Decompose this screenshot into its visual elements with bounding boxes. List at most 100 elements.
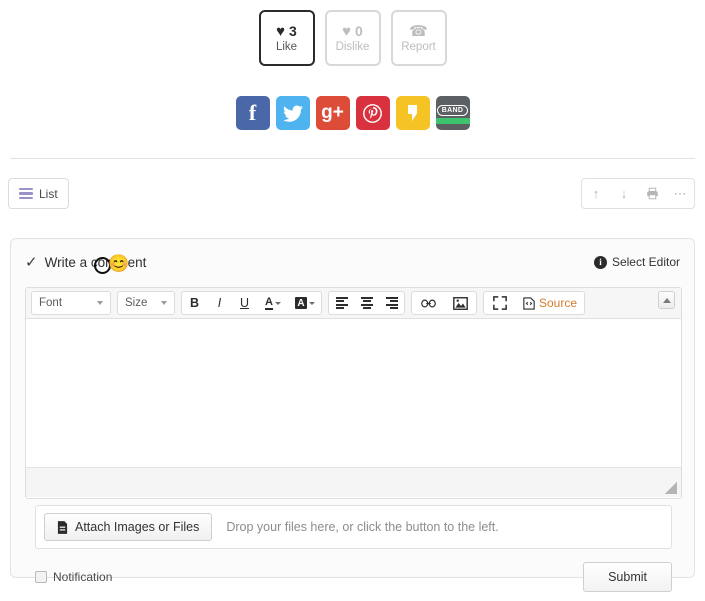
like-count-row: ♥ 3 (276, 24, 297, 39)
size-select[interactable]: Size (118, 292, 174, 314)
band-stripe (435, 118, 470, 124)
kakaostory-icon (408, 105, 417, 121)
underline-button[interactable]: U (232, 292, 257, 314)
chevron-down-icon (274, 301, 281, 305)
info-icon: i (593, 255, 607, 269)
insert-image-button[interactable] (444, 292, 476, 314)
notification-toggle[interactable]: Notification (35, 570, 112, 584)
kakaostory-share-button[interactable] (395, 96, 430, 130)
bg-color-button[interactable]: A (289, 292, 321, 314)
align-center-icon (360, 297, 373, 309)
drop-files-hint: Drop your files here, or click the butto… (226, 520, 499, 534)
dislike-count-row: ♥ 0 (342, 24, 363, 39)
list-button[interactable]: List (8, 178, 69, 209)
dislike-label: Dislike (335, 40, 370, 53)
report-button[interactable]: ☎ Report (390, 10, 447, 66)
list-button-label: List (39, 186, 58, 201)
googleplus-share-button[interactable]: g+ (315, 96, 350, 130)
text-color-button[interactable]: A (257, 292, 289, 314)
align-left-icon (335, 297, 348, 309)
like-count: 3 (289, 23, 297, 39)
align-right-icon (385, 297, 398, 309)
section-divider (10, 158, 695, 159)
underline-icon: U (239, 296, 250, 310)
like-label: Like (275, 40, 298, 53)
view-group: Source (483, 291, 586, 315)
band-icon: BAND (436, 96, 470, 130)
text-format-group: B I U A A (181, 291, 322, 315)
dislike-count: 0 (355, 23, 363, 39)
align-right-button[interactable] (379, 292, 404, 314)
comment-title-group: ✓ Write a comment 😊 (25, 253, 146, 274)
text-color-icon: A (265, 295, 273, 310)
editor-content-area[interactable] (26, 319, 681, 467)
chevron-down-icon (309, 301, 315, 305)
move-up-icon[interactable]: ↑ (582, 179, 610, 208)
reaction-bar: ♥ 3 Like ♥ 0 Dislike ☎ Report (0, 10, 705, 66)
align-center-button[interactable] (354, 292, 379, 314)
italic-button[interactable]: I (207, 292, 232, 314)
bg-color-icon: A (295, 297, 307, 309)
size-select-value: Size (125, 297, 148, 309)
heart-icon: ♥ (342, 22, 352, 40)
pinterest-icon (363, 103, 382, 123)
smiley-emoji-icon: 😊 (108, 254, 130, 273)
comment-form-container: ✓ Write a comment 😊 i Select Editor Font (10, 238, 695, 592)
source-icon (523, 296, 535, 310)
check-icon: ✓ (25, 254, 38, 271)
post-nav-row: List ↑ ↓ ⋯ (0, 178, 705, 210)
print-icon[interactable] (638, 179, 666, 208)
source-button[interactable]: Source (516, 292, 584, 314)
facebook-icon: f (248, 100, 257, 125)
hamburger-icon (19, 187, 33, 200)
font-group: Font (31, 291, 111, 315)
italic-icon: I (217, 296, 222, 310)
size-group: Size (117, 291, 175, 315)
pinterest-share-button[interactable] (355, 96, 390, 130)
report-label: Report (401, 40, 436, 53)
editor-toolbar: Font Size B I U A A Source (26, 288, 681, 319)
page-root: ♥ 3 Like ♥ 0 Dislike ☎ Report f g+ BAND … (0, 0, 705, 601)
select-editor-button[interactable]: i Select Editor (593, 255, 680, 269)
dislike-button[interactable]: ♥ 0 Dislike (324, 10, 381, 66)
link-icon (420, 299, 436, 307)
fullscreen-icon (493, 296, 507, 310)
notification-checkbox[interactable] (35, 571, 47, 583)
resize-handle[interactable] (665, 482, 677, 494)
attach-files-row[interactable]: Attach Images or Files Drop your files h… (35, 505, 672, 549)
band-label: BAND (436, 105, 469, 116)
more-icon[interactable]: ⋯ (666, 179, 694, 208)
chevron-down-icon (97, 301, 103, 305)
googleplus-icon: g+ (321, 102, 344, 123)
chevron-down-icon (161, 301, 167, 305)
file-icon (57, 520, 68, 534)
band-share-button[interactable]: BAND (435, 96, 470, 130)
social-share-bar: f g+ BAND (0, 96, 705, 130)
toolbar-collapse-button[interactable] (658, 291, 675, 309)
bold-button[interactable]: B (182, 292, 207, 314)
editor-footer (26, 467, 681, 497)
image-icon (452, 296, 468, 310)
align-group (328, 291, 405, 315)
post-tool-group: ↑ ↓ ⋯ (581, 178, 695, 209)
like-button[interactable]: ♥ 3 Like (258, 10, 315, 66)
move-down-icon[interactable]: ↓ (610, 179, 638, 208)
fullscreen-button[interactable] (484, 292, 516, 314)
comment-footer-row: Notification Submit (35, 557, 672, 597)
twitter-icon (282, 105, 303, 122)
align-left-button[interactable] (329, 292, 354, 314)
select-editor-label: Select Editor (611, 255, 680, 269)
chevron-up-icon (662, 297, 671, 303)
twitter-share-button[interactable] (275, 96, 310, 130)
rich-text-editor: Font Size B I U A A Source (25, 287, 682, 499)
attach-files-button[interactable]: Attach Images or Files (44, 513, 213, 541)
heart-icon: ♥ (276, 22, 286, 40)
attach-files-label: Attach Images or Files (75, 520, 200, 534)
insert-link-button[interactable] (412, 292, 444, 314)
facebook-share-button[interactable]: f (235, 96, 270, 130)
bold-icon: B (189, 296, 200, 310)
source-label: Source (539, 296, 578, 310)
comment-form-header: ✓ Write a comment 😊 i Select Editor (25, 245, 680, 279)
font-select[interactable]: Font (32, 292, 110, 314)
submit-button[interactable]: Submit (583, 562, 672, 592)
